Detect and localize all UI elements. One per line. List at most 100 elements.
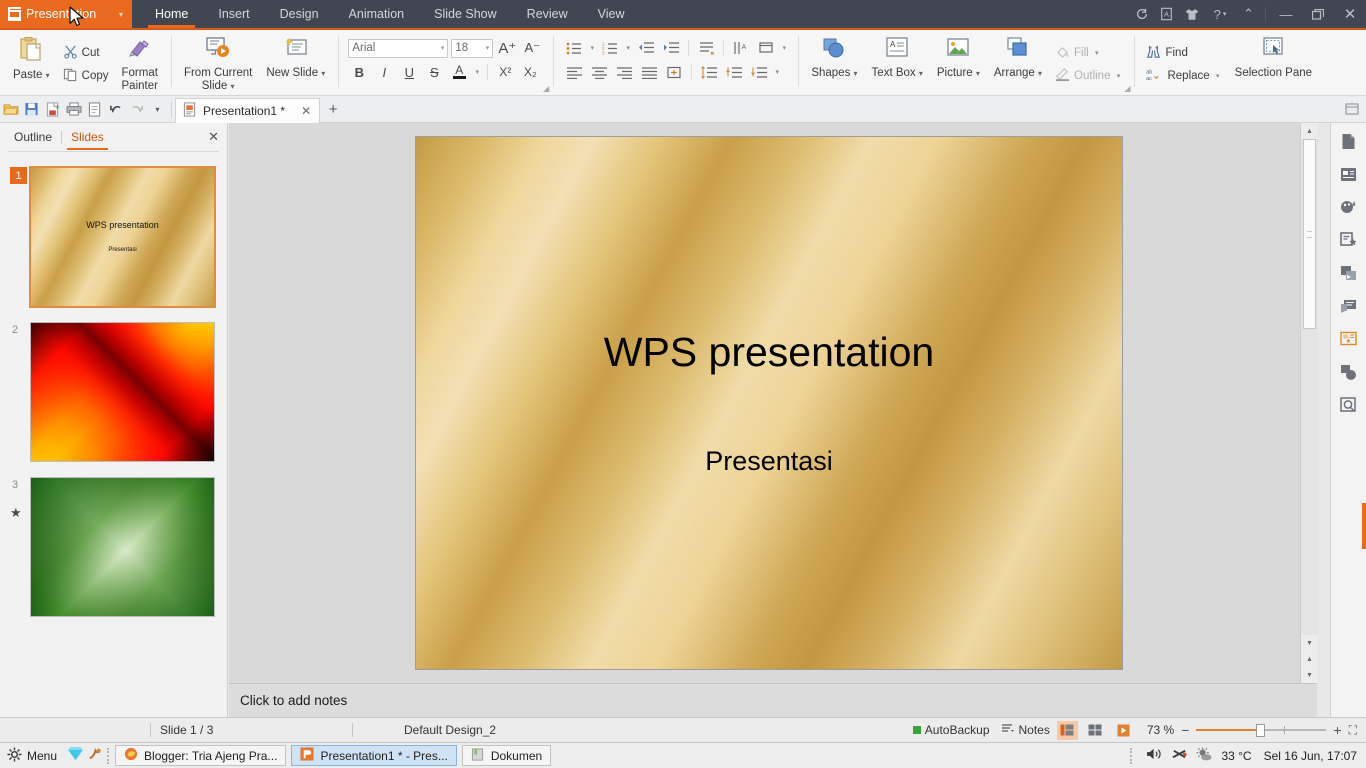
next-slide-button[interactable]: ▼ <box>1301 667 1318 683</box>
tab-slide-show[interactable]: Slide Show <box>419 0 512 28</box>
slideshow-button[interactable] <box>1113 721 1134 740</box>
font-dialog-launcher[interactable]: ◢ <box>543 84 549 93</box>
document-badge-icon[interactable]: A <box>1154 0 1179 28</box>
picture-button[interactable]: Picture ▾ <box>930 33 987 95</box>
zoom-out-button[interactable]: − <box>1181 722 1189 738</box>
print-icon[interactable] <box>63 96 84 123</box>
bullet-list-button[interactable] <box>563 38 585 58</box>
app-home-tab[interactable]: Presentation <box>0 0 110 28</box>
numbered-list-caret-icon[interactable]: ▾ <box>624 44 632 52</box>
document-tab-presentation1[interactable]: Presentation1 * ✕ <box>175 97 321 123</box>
strikethrough-button[interactable]: S <box>423 62 445 82</box>
tray-grip[interactable] <box>1130 747 1133 764</box>
text-direction-button[interactable] <box>695 38 717 58</box>
text-box-button[interactable]: A Text Box ▾ <box>865 33 930 95</box>
scroll-up-button[interactable]: ▲ <box>1301 123 1318 139</box>
copy-button[interactable]: Copy <box>59 66 113 86</box>
decrease-paragraph-spacing-button[interactable] <box>748 62 770 82</box>
replace-button[interactable]: ab ac Replace ▾ <box>1142 66 1225 86</box>
find-button[interactable]: Find <box>1142 43 1225 63</box>
zoom-in-button[interactable]: + <box>1333 722 1341 738</box>
slide-thumbnail-1[interactable]: 1 WPS presentation Presentasi <box>0 163 227 318</box>
tab-animation[interactable]: Animation <box>334 0 420 28</box>
notes-toggle-button[interactable]: Notes <box>1001 723 1050 738</box>
grow-font-button[interactable]: A⁺ <box>496 38 518 58</box>
align-text-caret-icon[interactable]: ▾ <box>780 44 788 52</box>
picture-search-icon[interactable] <box>1338 395 1360 415</box>
format-painter-button[interactable]: Format Painter <box>115 33 165 95</box>
font-color-caret-icon[interactable]: ▾ <box>473 68 481 76</box>
start-menu-button[interactable]: Menu <box>0 746 64 765</box>
tab-review[interactable]: Review <box>512 0 583 28</box>
shirt-icon[interactable] <box>1179 0 1204 28</box>
gem-icon[interactable] <box>67 746 84 765</box>
superscript-button[interactable]: X² <box>494 62 516 82</box>
replace-caret-icon[interactable]: ▾ <box>1214 72 1222 80</box>
collapse-ribbon-icon[interactable]: ⌃ <box>1236 0 1261 28</box>
increase-paragraph-spacing-button[interactable] <box>723 62 745 82</box>
justify-button[interactable] <box>638 62 660 82</box>
bullet-list-caret-icon[interactable]: ▾ <box>588 44 596 52</box>
tab-outline[interactable]: Outline <box>8 123 58 151</box>
sync-icon[interactable] <box>1129 0 1154 28</box>
new-tab-button[interactable]: + <box>320 101 346 118</box>
normal-view-button[interactable] <box>1056 720 1078 740</box>
undo-icon[interactable] <box>105 96 126 123</box>
outline-caret-icon[interactable]: ▾ <box>1114 72 1122 80</box>
slide-thumbnail-2[interactable]: 2 <box>0 318 227 473</box>
font-size-combobox[interactable]: 18 ▾ <box>451 38 494 58</box>
drawing-dialog-launcher[interactable]: ◢ <box>1124 84 1130 93</box>
transition-icon[interactable] <box>1338 263 1360 283</box>
template-icon[interactable] <box>1338 329 1360 349</box>
save-icon[interactable] <box>21 96 42 123</box>
scrollbar-thumb[interactable] <box>1303 139 1316 329</box>
font-name-combobox[interactable]: Arial ▾ <box>348 38 449 58</box>
help-icon[interactable]: ? ▾ <box>1204 0 1236 28</box>
notes-pane[interactable]: Click to add notes <box>229 683 1317 717</box>
italic-button[interactable]: I <box>373 62 395 82</box>
shape-format-icon[interactable] <box>1338 362 1360 382</box>
slides-pane-close-icon[interactable]: ✕ <box>208 129 219 145</box>
close-button[interactable]: ✕ <box>1334 0 1366 28</box>
scroll-down-button[interactable]: ▼ <box>1301 635 1318 651</box>
tab-design[interactable]: Design <box>265 0 334 28</box>
new-document-icon[interactable] <box>1338 131 1360 151</box>
fill-caret-icon[interactable]: ▾ <box>1093 49 1101 57</box>
tab-slides[interactable]: Slides <box>65 123 110 151</box>
outline-button[interactable]: Outline ▾ <box>1051 66 1126 86</box>
taskbar-item-dokumen[interactable]: Dokumen <box>461 745 552 766</box>
selection-pane-button[interactable]: Selection Pane <box>1228 33 1319 95</box>
shapes-button[interactable]: Shapes ▾ <box>804 33 864 95</box>
align-center-button[interactable] <box>588 62 610 82</box>
previous-slide-button[interactable]: ▲ <box>1301 651 1318 667</box>
scrollbar-track[interactable] <box>1301 139 1318 635</box>
bluetooth-icon[interactable] <box>1171 747 1188 765</box>
animation-indicator-icon[interactable]: ★ <box>10 505 22 521</box>
taskbar-item-blogger[interactable]: Blogger: Tria Ajeng Pra... <box>115 745 287 766</box>
cut-button[interactable]: Cut <box>59 43 113 63</box>
shrink-font-button[interactable]: A⁻ <box>521 38 543 58</box>
design-ideas-icon[interactable] <box>1338 197 1360 217</box>
fill-button[interactable]: Fill ▾ <box>1051 43 1126 63</box>
taskbar-grip[interactable] <box>107 747 110 764</box>
sun-cloud-icon[interactable] <box>1196 746 1213 765</box>
slide-sorter-button[interactable] <box>1085 721 1106 740</box>
autobackup-button[interactable]: AutoBackup <box>912 723 990 737</box>
decrease-indent-button[interactable] <box>635 38 657 58</box>
animation-pane-icon[interactable] <box>1338 230 1360 250</box>
bug-icon[interactable] <box>86 746 102 765</box>
tab-insert[interactable]: Insert <box>203 0 264 28</box>
customize-quick-access-caret-icon[interactable]: ▾ <box>147 96 168 123</box>
export-pdf-icon[interactable] <box>42 96 63 123</box>
underline-button[interactable]: U <box>398 62 420 82</box>
taskbar-item-presentation1[interactable]: Presentation1 * - Pres... <box>291 745 457 766</box>
arrange-button[interactable]: Arrange ▾ <box>987 33 1049 95</box>
align-right-button[interactable] <box>613 62 635 82</box>
volume-icon[interactable] <box>1146 747 1163 764</box>
minimize-button[interactable]: — <box>1270 0 1302 28</box>
zoom-slider[interactable] <box>1196 724 1327 737</box>
paste-button[interactable]: Paste ▾ <box>6 33 57 95</box>
slide-layout-icon[interactable] <box>1338 164 1360 184</box>
line-spacing-button[interactable] <box>698 62 720 82</box>
slide-thumbnail-3[interactable]: 3 ★ <box>0 473 227 628</box>
